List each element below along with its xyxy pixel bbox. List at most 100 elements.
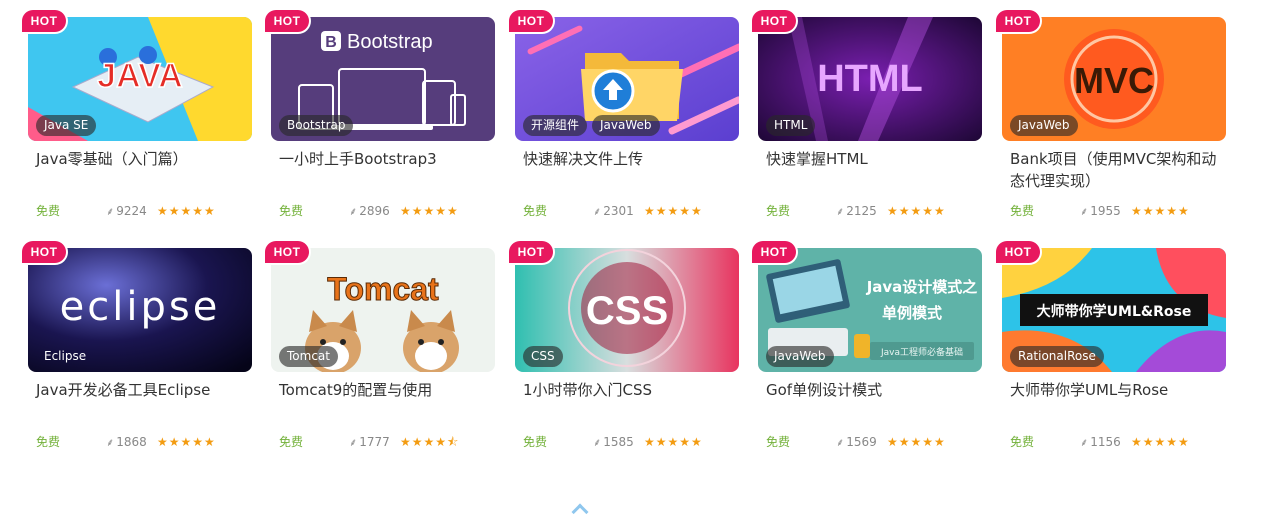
course-title[interactable]: 一小时上手Bootstrap3: [279, 148, 491, 170]
course-title[interactable]: Java开发必备工具Eclipse: [36, 379, 248, 401]
course-thumbnail[interactable]: JAVA Java SE: [28, 17, 252, 141]
learner-count: ⸙ 1156: [1080, 435, 1121, 449]
hot-badge: HOT: [752, 10, 796, 32]
course-card[interactable]: HOT JAVA Java SE Java零基础（入门篇） 免费 ⸙ 9224 ★…: [22, 10, 252, 232]
rating-stars: ★★★★★: [644, 435, 703, 449]
course-thumbnail[interactable]: HTML HTML: [758, 17, 982, 141]
flame-icon: ⸙: [593, 436, 602, 449]
flame-icon: ⸙: [1080, 436, 1089, 449]
course-tag[interactable]: Eclipse: [36, 346, 94, 367]
course-thumbnail[interactable]: Java设计模式之 单例模式 Java工程师必备基础 JavaWeb: [758, 248, 982, 372]
rating-stars: ★★★★⯪: [400, 435, 460, 449]
course-title[interactable]: 大师带你学UML与Rose: [1010, 379, 1222, 401]
course-meta: 免费 ⸙ 9224 ★★★★★: [36, 202, 248, 220]
rating-stars: ★★★★★: [1131, 204, 1190, 218]
course-thumbnail[interactable]: eclipse Eclipse: [28, 248, 252, 372]
scroll-up-icon[interactable]: [571, 503, 589, 515]
course-thumbnail[interactable]: Tomcat Tomcat: [271, 248, 495, 372]
course-title[interactable]: 快速掌握HTML: [766, 148, 978, 170]
course-tag[interactable]: JavaWeb: [592, 115, 660, 136]
cover-text: 大师带你学UML&Rose: [1037, 303, 1192, 320]
learner-count: ⸙ 1585: [593, 435, 634, 449]
course-tag[interactable]: Bootstrap: [279, 115, 354, 136]
price-label: 免费: [36, 204, 61, 218]
course-title[interactable]: Tomcat9的配置与使用: [279, 379, 491, 401]
course-tag[interactable]: RationalRose: [1010, 346, 1104, 367]
cover-text: eclipse: [60, 284, 221, 330]
course-title[interactable]: Bank项目（使用MVC架构和动态代理实现）: [1010, 148, 1222, 192]
tag-list: HTML: [766, 115, 816, 136]
hot-badge: HOT: [265, 241, 309, 263]
cover-text: MVC: [1074, 60, 1154, 101]
hot-badge: HOT: [509, 241, 553, 263]
learner-count: ⸙ 2301: [593, 204, 634, 218]
course-meta: 免费 ⸙ 1569 ★★★★★: [766, 433, 978, 451]
course-thumbnail[interactable]: 大师带你学UML&Rose RationalRose: [1002, 248, 1226, 372]
course-thumbnail[interactable]: 开源组件 JavaWeb: [515, 17, 739, 141]
cover-text: HTML: [817, 58, 923, 100]
tag-list: Bootstrap: [279, 115, 354, 136]
hot-badge: HOT: [22, 10, 66, 32]
course-tag[interactable]: HTML: [766, 115, 816, 136]
hot-badge: HOT: [509, 10, 553, 32]
course-tag[interactable]: Java SE: [36, 115, 97, 136]
course-tag[interactable]: CSS: [523, 346, 563, 367]
learner-count: ⸙ 1777: [349, 435, 390, 449]
course-card[interactable]: HOT MVC JavaWeb Bank项目（使用MVC架构和动态代理实现） 免…: [996, 10, 1226, 232]
cover-subtext: 单例模式: [882, 304, 942, 322]
flame-icon: ⸙: [836, 205, 845, 218]
course-tag[interactable]: Tomcat: [279, 346, 338, 367]
course-meta: 免费 ⸙ 1156 ★★★★★: [1010, 433, 1222, 451]
hot-badge: HOT: [752, 241, 796, 263]
flame-icon: ⸙: [106, 436, 115, 449]
tag-list: CSS: [523, 346, 563, 367]
course-meta: 免费 ⸙ 1955 ★★★★★: [1010, 202, 1222, 220]
flame-icon: ⸙: [1080, 205, 1089, 218]
course-meta: 免费 ⸙ 2125 ★★★★★: [766, 202, 978, 220]
price-label: 免费: [36, 435, 61, 449]
flame-icon: ⸙: [349, 205, 358, 218]
course-tag[interactable]: JavaWeb: [766, 346, 834, 367]
rating-stars: ★★★★★: [1131, 435, 1190, 449]
price-label: 免费: [766, 204, 791, 218]
price-label: 免费: [279, 204, 304, 218]
flame-icon: ⸙: [349, 436, 358, 449]
course-title[interactable]: Java零基础（入门篇）: [36, 148, 248, 170]
course-tag[interactable]: JavaWeb: [1010, 115, 1078, 136]
cover-text: Bootstrap: [347, 31, 433, 53]
flame-icon: ⸙: [836, 436, 845, 449]
cover-text: Java设计模式之: [866, 278, 978, 296]
tag-list: 开源组件 JavaWeb: [523, 115, 660, 136]
learner-count: ⸙ 1955: [1080, 204, 1121, 218]
course-meta: 免费 ⸙ 2301 ★★★★★: [523, 202, 735, 220]
learner-count: ⸙ 2896: [349, 204, 390, 218]
rating-stars: ★★★★★: [887, 204, 946, 218]
course-thumbnail[interactable]: B Bootstrap Bootstrap: [271, 17, 495, 141]
course-title[interactable]: 快速解决文件上传: [523, 148, 735, 170]
rating-stars: ★★★★★: [887, 435, 946, 449]
course-title[interactable]: Gof单例设计模式: [766, 379, 978, 401]
tag-list: Java SE: [36, 115, 97, 136]
price-label: 免费: [523, 435, 548, 449]
tag-list: JavaWeb: [766, 346, 834, 367]
course-thumbnail[interactable]: MVC JavaWeb: [1002, 17, 1226, 141]
rating-stars: ★★★★★: [644, 204, 703, 218]
course-card[interactable]: HOT Java设计模式之 单例模式 Java工程师必备基础 JavaWeb G…: [752, 241, 982, 463]
rating-stars: ★★★★★: [157, 204, 216, 218]
course-card[interactable]: HOT HTML HTML 快速掌握HTML 免费 ⸙ 2125 ★★★★★: [752, 10, 982, 232]
course-card[interactable]: HOT 开源组件 JavaWeb 快速解决文件上传 免费 ⸙ 2301 ★★★★…: [509, 10, 739, 232]
course-card[interactable]: HOT CSS CSS 1小时带你入门CSS 免费 ⸙ 1585 ★★★★★: [509, 241, 739, 463]
course-thumbnail[interactable]: CSS CSS: [515, 248, 739, 372]
hot-badge: HOT: [265, 10, 309, 32]
price-label: 免费: [279, 435, 304, 449]
course-card[interactable]: HOT Tomcat Tomcat Tomcat9的配置与使用 免费 ⸙ 177…: [265, 241, 495, 463]
course-card[interactable]: HOT 大师带你学UML&Rose RationalRose 大师带你学UML与…: [996, 241, 1226, 463]
course-tag[interactable]: 开源组件: [523, 115, 588, 136]
cover-text: CSS: [586, 289, 668, 333]
course-title[interactable]: 1小时带你入门CSS: [523, 379, 735, 401]
learner-count: ⸙ 2125: [836, 204, 877, 218]
course-card[interactable]: HOT B Bootstrap Bootstrap 一小时上手Bootstrap…: [265, 10, 495, 232]
rating-stars: ★★★★★: [400, 204, 459, 218]
course-card[interactable]: HOT eclipse Eclipse Java开发必备工具Eclipse 免费…: [22, 241, 252, 463]
learner-count: ⸙ 1868: [106, 435, 147, 449]
